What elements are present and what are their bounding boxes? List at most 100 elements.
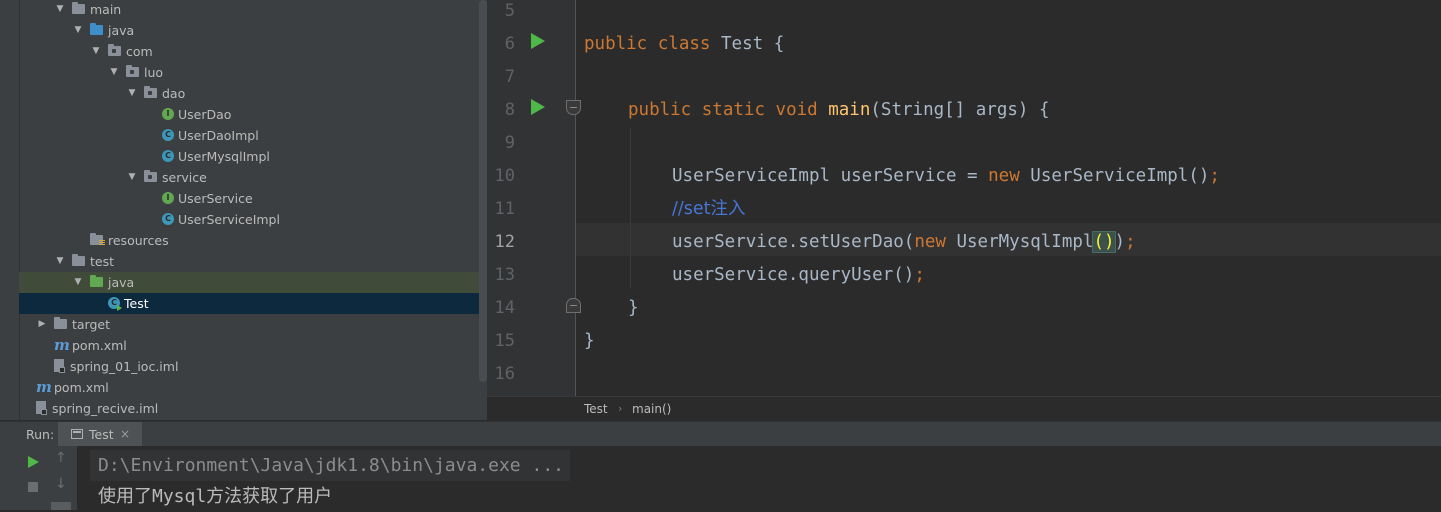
line-number[interactable]: 16 — [487, 358, 515, 391]
line-number[interactable]: 10 — [487, 160, 515, 193]
chevron-down-icon[interactable]: ▼ — [73, 20, 83, 41]
maven-icon: m — [54, 336, 70, 354]
tree-item-label: resources — [108, 233, 169, 248]
code-line-15[interactable]: } — [584, 325, 595, 358]
tree-item-target[interactable]: ▶ target — [19, 314, 479, 335]
tree-item-pom-xml[interactable]: m pom.xml — [19, 377, 479, 398]
chevron-right-icon[interactable]: ▶ — [37, 314, 47, 335]
package-icon — [144, 86, 157, 98]
chevron-down-icon[interactable]: ▼ — [127, 83, 137, 104]
tree-item-dao[interactable]: ▼ dao — [19, 83, 479, 104]
tree-item-spring-recive-iml[interactable]: spring_recive.iml — [19, 398, 479, 419]
fold-start-icon[interactable] — [566, 100, 581, 115]
run-console: ↑ ↓ D:\Environment\Java\jdk1.8\bin\java.… — [0, 446, 1441, 510]
keyword: class — [657, 34, 711, 54]
brace: { — [773, 34, 785, 54]
chevron-down-icon[interactable]: ▼ — [55, 0, 65, 20]
line-number[interactable]: 13 — [487, 259, 515, 292]
class-ref: UserMysqlImpl — [956, 232, 1094, 252]
close-paren: ) — [1114, 232, 1126, 252]
tree-item-luo[interactable]: ▼ luo — [19, 62, 479, 83]
tree-item-test[interactable]: C Test — [19, 293, 487, 314]
line-number[interactable]: 7 — [487, 61, 515, 94]
chevron-down-icon[interactable]: ▼ — [55, 251, 65, 272]
tree-item-service[interactable]: ▼ service — [19, 167, 479, 188]
tree-item-resources[interactable]: resources — [19, 230, 479, 251]
tree-item-label: java — [108, 275, 135, 290]
breadcrumb-class[interactable]: Test — [584, 397, 608, 421]
line-number[interactable]: 6 — [487, 28, 515, 61]
tree-item-spring-01-ioc-iml[interactable]: spring_01_ioc.iml — [19, 356, 479, 377]
tree-item-label: pom.xml — [72, 338, 127, 353]
line-number[interactable]: 14 — [487, 292, 515, 325]
line-number[interactable]: 9 — [487, 127, 515, 160]
tree-item-userservice[interactable]: I UserService — [19, 188, 479, 209]
tree-item-label: target — [72, 317, 111, 332]
close-icon[interactable]: × — [120, 422, 130, 447]
code-line-13[interactable]: userService.queryUser(); — [672, 259, 925, 292]
project-tree-panel: ▼ main ▼ java ▼ com ▼ luo ▼ dao I UserDao C UserDaoIm… — [0, 0, 487, 420]
folder-icon — [54, 317, 67, 329]
code-line-14[interactable]: } — [628, 292, 639, 325]
breadcrumb-method[interactable]: main() — [632, 397, 671, 421]
tree-item-label: spring_recive.iml — [52, 401, 159, 416]
brace: { — [1038, 100, 1050, 120]
chevron-down-icon[interactable]: ▼ — [73, 272, 83, 293]
code-line-10[interactable]: UserServiceImpl userService = new UserSe… — [672, 160, 1220, 193]
matched-parens: () — [1092, 231, 1116, 253]
tree-item-main[interactable]: ▼ main — [19, 0, 479, 20]
stop-icon[interactable] — [28, 482, 38, 492]
code-line-12[interactable]: userService.setUserDao(new UserMysqlImpl… — [672, 226, 1136, 259]
run-class-gutter-icon[interactable] — [531, 33, 545, 49]
resources-folder-icon — [90, 233, 105, 246]
code-line-6[interactable]: public class Test { — [584, 28, 784, 61]
rerun-icon[interactable] — [28, 456, 39, 468]
tree-item-userdao[interactable]: I UserDao — [19, 104, 479, 125]
brace: } — [584, 331, 595, 351]
source-folder-icon — [90, 23, 103, 35]
chevron-down-icon[interactable]: ▼ — [91, 41, 101, 62]
fold-end-icon[interactable] — [566, 298, 581, 313]
code-editor[interactable]: 5 6 7 8 9 10 11 12 13 14 15 16 public class Test { … — [487, 0, 1441, 396]
comment-prefix: // — [672, 199, 684, 219]
chevron-down-icon[interactable]: ▼ — [109, 62, 119, 83]
arrow-up-icon[interactable]: ↑ — [55, 450, 67, 466]
tree-item-label: com — [126, 44, 153, 59]
project-tree-scrollbar[interactable] — [479, 0, 487, 382]
tree-item-usermysqlimpl[interactable]: C UserMysqlImpl — [19, 146, 479, 167]
keyword: new — [988, 166, 1020, 186]
method-name: main — [828, 100, 871, 120]
tree-item-test[interactable]: ▼ test — [19, 251, 479, 272]
tree-item-label: UserService — [178, 191, 253, 206]
console-command-line[interactable]: D:\Environment\Java\jdk1.8\bin\java.exe … — [90, 450, 570, 481]
class-icon: C — [162, 129, 174, 141]
run-main-gutter-icon[interactable] — [531, 99, 545, 115]
indent-guide — [630, 128, 631, 288]
tree-item-pom-xml[interactable]: m pom.xml — [19, 335, 479, 356]
tree-item-java[interactable]: ▼ java — [19, 20, 479, 41]
code-line-11[interactable]: //set注入 — [672, 193, 746, 226]
tree-item-userserviceimpl[interactable]: C UserServiceImpl — [19, 209, 479, 230]
line-number[interactable]: 5 — [487, 0, 515, 28]
run-tab-label: Test — [89, 427, 114, 442]
line-number[interactable]: 12 — [487, 226, 515, 259]
tree-item-java[interactable]: ▼ java — [19, 272, 487, 293]
left-tool-strip — [0, 0, 20, 420]
tree-item-userdaoimpl[interactable]: C UserDaoImpl — [19, 125, 479, 146]
chevron-down-icon[interactable]: ▼ — [127, 167, 137, 188]
code-line-8[interactable]: public static void main(String[] args) { — [628, 94, 1050, 127]
method-params: (String[] args) — [870, 100, 1029, 120]
tree-item-label: luo — [144, 65, 164, 80]
console-output-line[interactable]: 使用了Mysql方法获取了用户 — [98, 481, 332, 512]
left-tool-strip — [0, 446, 19, 510]
tree-item-com[interactable]: ▼ com — [19, 41, 479, 62]
folder-icon — [72, 254, 85, 266]
soft-wrap-icon[interactable] — [51, 502, 71, 510]
line-number[interactable]: 8 — [487, 94, 515, 127]
line-number[interactable]: 15 — [487, 325, 515, 358]
line-number[interactable]: 11 — [487, 193, 515, 226]
arrow-down-icon[interactable]: ↓ — [55, 476, 67, 492]
run-tab-test[interactable]: Test × — [58, 422, 142, 447]
tree-item-label: test — [90, 254, 115, 269]
comment-text: set注入 — [683, 199, 746, 219]
